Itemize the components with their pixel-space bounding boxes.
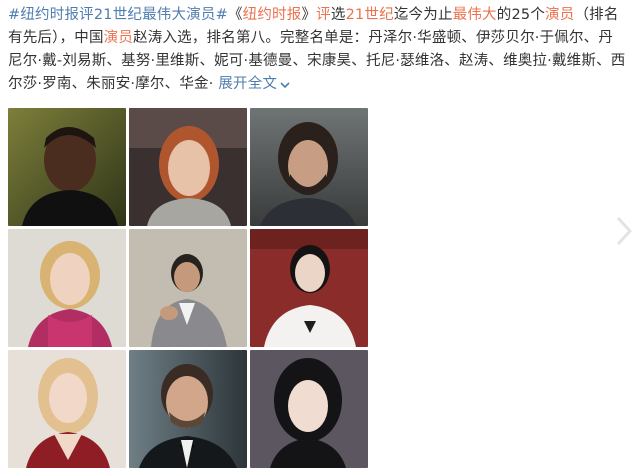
keyword-ping: 评 (316, 7, 331, 23)
photo-8[interactable] (129, 350, 247, 468)
post-text-line-2: 有先后），中国演员赵涛入选，排名第八。完整名单是：丹泽尔·华盛顿、伊莎贝尔·于佩… (8, 27, 634, 50)
post-text-line-3: 尼尔·戴-刘易斯、基努·里维斯、妮可·基德曼、宋康昊、托尼·瑟维洛、赵涛、维奥拉… (8, 53, 626, 69)
keyword-greatest: 最伟大 (452, 7, 497, 23)
expand-full-text-link[interactable]: 展开全文 (218, 73, 291, 96)
post-text-line-4: 尔莎·罗南、朱丽安·摩尔、华金· 展开全文 (8, 73, 634, 96)
keyword-actor: 演员 (103, 30, 134, 46)
post-text: #纽约时报评21世纪最伟大演员#《纽约时报》评选21世纪迄今为止最伟大的25个演… (8, 4, 634, 96)
text-segment: 有先后），中国 (8, 30, 104, 46)
chevron-down-icon (280, 81, 290, 88)
text-segment: （排名 (574, 7, 619, 23)
text-segment: 《 (227, 7, 243, 23)
keyword-nyt: 纽约时报 (242, 7, 302, 23)
photo-4[interactable] (8, 229, 126, 347)
chevron-right-icon (616, 216, 633, 246)
photo-6[interactable] (250, 229, 368, 347)
keyword-actor: 演员 (545, 7, 575, 23)
keyword-21-century: 21世纪 (345, 7, 394, 23)
text-segment: 》 (301, 7, 317, 23)
text-segment: 赵涛入选，排名第八。完整名单是：丹泽尔·华盛顿、伊莎贝尔·于佩尔、丹 (133, 30, 614, 46)
next-photo-arrow[interactable] (614, 214, 634, 248)
text-segment: 选 (330, 7, 346, 23)
photo-7[interactable] (8, 350, 126, 468)
text-segment: 迄今为止 (393, 7, 453, 23)
photo-2[interactable] (129, 108, 247, 226)
photo-3[interactable] (250, 108, 368, 226)
photo-1[interactable] (8, 108, 126, 226)
text-segment: 尔莎·罗南、朱丽安·摩尔、华金· (8, 76, 214, 92)
text-segment: 的25个 (496, 7, 546, 23)
photo-5[interactable] (129, 229, 247, 347)
post-text-line-1: #纽约时报评21世纪最伟大演员#《纽约时报》评选21世纪迄今为止最伟大的25个演… (8, 4, 634, 27)
expand-label: 展开全文 (218, 76, 278, 92)
photo-9[interactable] (250, 350, 368, 468)
hashtag-link[interactable]: #纽约时报评21世纪最伟大演员# (8, 7, 228, 23)
